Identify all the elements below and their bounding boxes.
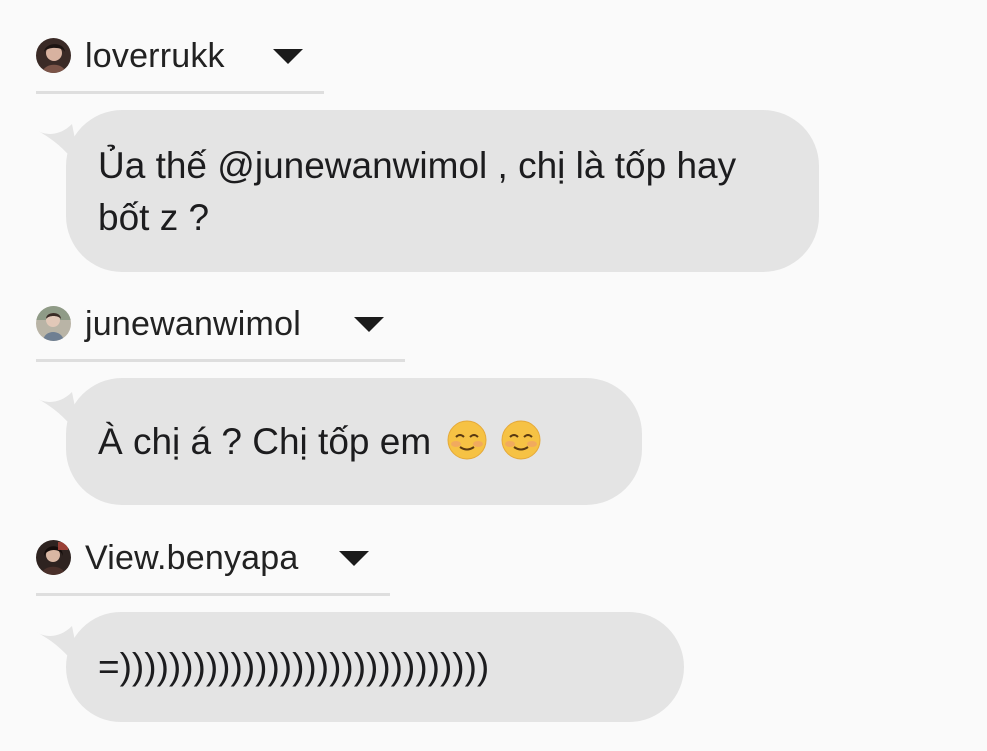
smiling-face-emoji-icon	[447, 420, 487, 474]
user-avatar-icon[interactable]	[36, 306, 71, 341]
chevron-down-icon[interactable]	[339, 551, 369, 566]
comment-thread: loverrukk Ủa thế @junewanwimol , chị là …	[0, 0, 987, 751]
chevron-down-icon[interactable]	[273, 49, 303, 64]
chevron-down-icon[interactable]	[354, 317, 384, 332]
user-avatar-icon[interactable]	[36, 38, 71, 73]
username-divider	[36, 91, 324, 94]
message-text: =))))))))))))))))))))))))))))))	[98, 646, 490, 687]
message-text: À chị á ? Chị tốp em	[98, 421, 442, 462]
message-bubble: Ủa thế @junewanwimol , chị là tốp hay bố…	[66, 110, 819, 272]
username-label[interactable]: junewanwimol	[85, 305, 301, 343]
username-label[interactable]: View.benyapa	[85, 539, 299, 577]
user-avatar-icon[interactable]	[36, 540, 71, 575]
username-label[interactable]: loverrukk	[85, 37, 225, 75]
message-bubble: À chị á ? Chị tốp em	[66, 378, 642, 505]
username-divider	[36, 359, 405, 362]
message-text: Ủa thế @junewanwimol , chị là tốp hay bố…	[98, 145, 737, 238]
message-bubble: =))))))))))))))))))))))))))))))	[66, 612, 684, 722]
smiling-face-emoji-icon	[501, 420, 541, 474]
username-divider	[36, 593, 390, 596]
